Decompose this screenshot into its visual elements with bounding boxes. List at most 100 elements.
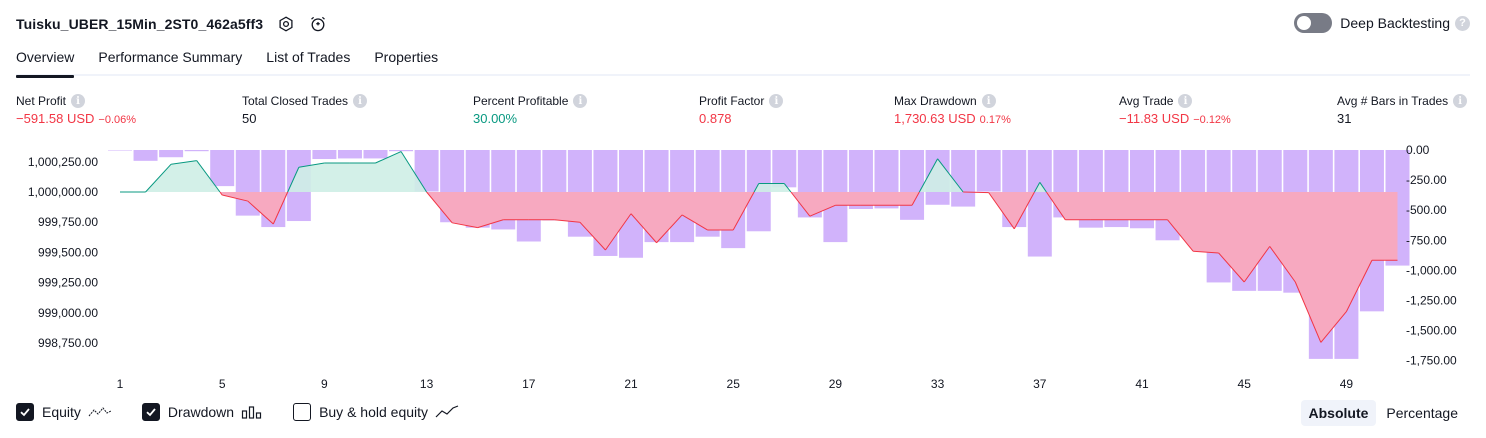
metric-total-closed-trades: Total Closed Trades i 50 [242, 92, 368, 126]
metrics-row: Net Profit i −591.58 USD −0.06% Total Clos… [0, 92, 1486, 132]
x-axis-tick: 49 [1340, 377, 1354, 391]
metric-percent-profitable: Percent Profitable i 30.00% [473, 92, 588, 126]
drawdown-bar[interactable] [772, 150, 797, 188]
info-icon[interactable]: i [573, 94, 588, 108]
metric-value: −591.58 USD [16, 111, 95, 126]
y-axis-left-tick: 1,000,250.00 [28, 155, 98, 169]
y-axis-right-tick: -250.00 [1406, 173, 1447, 187]
metric-label: Max Drawdown [894, 94, 977, 108]
y-axis-right-tick: -500.00 [1406, 203, 1447, 217]
info-icon[interactable]: i [1178, 94, 1193, 108]
x-axis-tick: 45 [1238, 377, 1252, 391]
y-axis-right-tick: -1,250.00 [1406, 294, 1457, 308]
metric-max-drawdown: Max Drawdown i 1,730.63 USD 0.17% [894, 92, 1011, 126]
gear-icon[interactable] [277, 15, 295, 33]
metric-net-profit: Net Profit i −591.58 USD −0.06% [16, 92, 136, 126]
x-axis-tick: 37 [1033, 377, 1047, 391]
percentage-button[interactable]: Percentage [1378, 400, 1466, 426]
checkbox-box[interactable] [293, 403, 312, 421]
strategy-title: Tuisku_UBER_15Min_2ST0_462a5ff3 [16, 16, 264, 32]
checkbox-box[interactable] [16, 403, 34, 421]
x-axis-tick: 21 [624, 377, 638, 391]
x-axis-tick: 29 [829, 377, 843, 391]
drawdown-bars-icon [241, 405, 263, 419]
metric-percent: 0.17% [979, 114, 1011, 126]
x-axis-tick: 25 [727, 377, 741, 391]
metric-percent: −0.12% [1193, 114, 1231, 126]
strategy-header: Tuisku_UBER_15Min_2ST0_462a5ff3 [16, 12, 327, 36]
x-axis-tick: 13 [420, 377, 434, 391]
tab-list-of-trades[interactable]: List of Trades [266, 46, 350, 76]
equity-line-segment [963, 191, 989, 194]
y-axis-left-tick: 999,500.00 [38, 245, 98, 259]
y-axis-left-tick: 999,750.00 [38, 215, 98, 229]
y-axis-left-tick: 998,750.00 [38, 336, 98, 350]
x-axis-tick: 1 [117, 377, 124, 391]
metric-value: 30.00% [473, 111, 518, 126]
x-axis-tick: 17 [522, 377, 536, 391]
x-axis-tick: 5 [219, 377, 226, 391]
y-axis-left-tick: 999,250.00 [38, 276, 98, 290]
info-icon[interactable]: i [353, 94, 368, 108]
drawdown-bar[interactable] [312, 150, 337, 160]
metric-value: 31 [1337, 111, 1352, 126]
info-icon[interactable]: i [1453, 94, 1468, 108]
drawdown-bar[interactable] [337, 150, 362, 159]
metric-value: −11.83 USD [1119, 111, 1190, 126]
tab-properties[interactable]: Properties [374, 46, 438, 76]
drawdown-bar[interactable] [951, 150, 976, 207]
drawdown-bar[interactable] [1027, 150, 1052, 257]
deep-backtesting-control: Deep Backtesting ? [1294, 13, 1470, 33]
equity-drawdown-chart[interactable]: 1,000,250.00 1,000,000.00 999,750.00 999,50… [0, 138, 1486, 395]
drawdown-bar[interactable] [389, 150, 414, 152]
alarm-clock-add-icon[interactable] [309, 15, 327, 33]
y-axis-right-tick: -1,750.00 [1406, 354, 1457, 368]
x-axis-tick: 9 [321, 377, 328, 391]
checkbox-box[interactable] [141, 403, 160, 421]
chart-legend-controls: Equity Drawdown Buy & hold equity [16, 403, 489, 421]
drawdown-bar[interactable] [133, 150, 158, 161]
buy-hold-equity-label: Buy & hold equity [319, 404, 429, 420]
metric-label: Percent Profitable [473, 94, 569, 108]
drawdown-checkbox[interactable]: Drawdown [141, 403, 263, 421]
drawdown-bar[interactable] [159, 150, 184, 158]
metric-label: Total Closed Trades [242, 94, 349, 108]
drawdown-bar[interactable] [184, 150, 209, 152]
help-icon[interactable]: ? [1455, 15, 1470, 31]
metric-value: 0.878 [699, 111, 732, 126]
drawdown-bar[interactable] [900, 150, 925, 220]
y-axis-right-tick: -1,000.00 [1406, 263, 1457, 277]
x-axis-tick: 41 [1135, 377, 1149, 391]
metric-percent: −0.06% [98, 114, 137, 126]
y-axis-right-tick: -750.00 [1406, 233, 1447, 247]
deep-backtesting-toggle[interactable] [1294, 13, 1333, 33]
metric-profit-factor: Profit Factor i 0.878 [699, 92, 784, 126]
info-icon[interactable]: i [71, 94, 86, 108]
y-axis-left-tick: 1,000,000.00 [28, 185, 98, 199]
metric-label: Avg Trade [1119, 94, 1174, 108]
drawdown-bar[interactable] [976, 150, 1001, 192]
y-axis-right-tick: -1,500.00 [1406, 324, 1457, 338]
info-icon[interactable]: i [981, 94, 996, 108]
y-axis-right-tick: 0.00 [1406, 143, 1430, 157]
absolute-button[interactable]: Absolute [1300, 400, 1377, 426]
buy-hold-equity-checkbox[interactable]: Buy & hold equity [293, 403, 459, 421]
metric-avg-bars-in-trades: Avg # Bars in Trades i 31 [1337, 92, 1468, 126]
metric-value: 1,730.63 USD [894, 111, 976, 126]
metric-label: Avg # Bars in Trades [1337, 94, 1449, 108]
equity-checkbox[interactable]: Equity [16, 403, 112, 421]
drawdown-bar[interactable] [210, 150, 235, 187]
tab-overview[interactable]: Overview [16, 46, 75, 78]
deep-backtesting-label: Deep Backtesting [1340, 15, 1450, 31]
buy-hold-line-icon [435, 405, 459, 419]
drawdown-bar[interactable] [363, 150, 388, 159]
tab-performance-summary[interactable]: Performance Summary [98, 46, 242, 76]
metric-value: 50 [242, 111, 257, 126]
value-mode-switch: Absolute Percentage [1299, 400, 1467, 426]
y-axis-left-tick: 999,000.00 [38, 306, 98, 320]
drawdown-bar[interactable] [108, 150, 132, 151]
x-axis-tick: 33 [931, 377, 945, 391]
report-tabs: Overview Performance Summary List of Tra… [16, 46, 1470, 78]
metric-avg-trade: Avg Trade i −11.83 USD −0.12% [1119, 92, 1231, 126]
info-icon[interactable]: i [769, 94, 784, 108]
